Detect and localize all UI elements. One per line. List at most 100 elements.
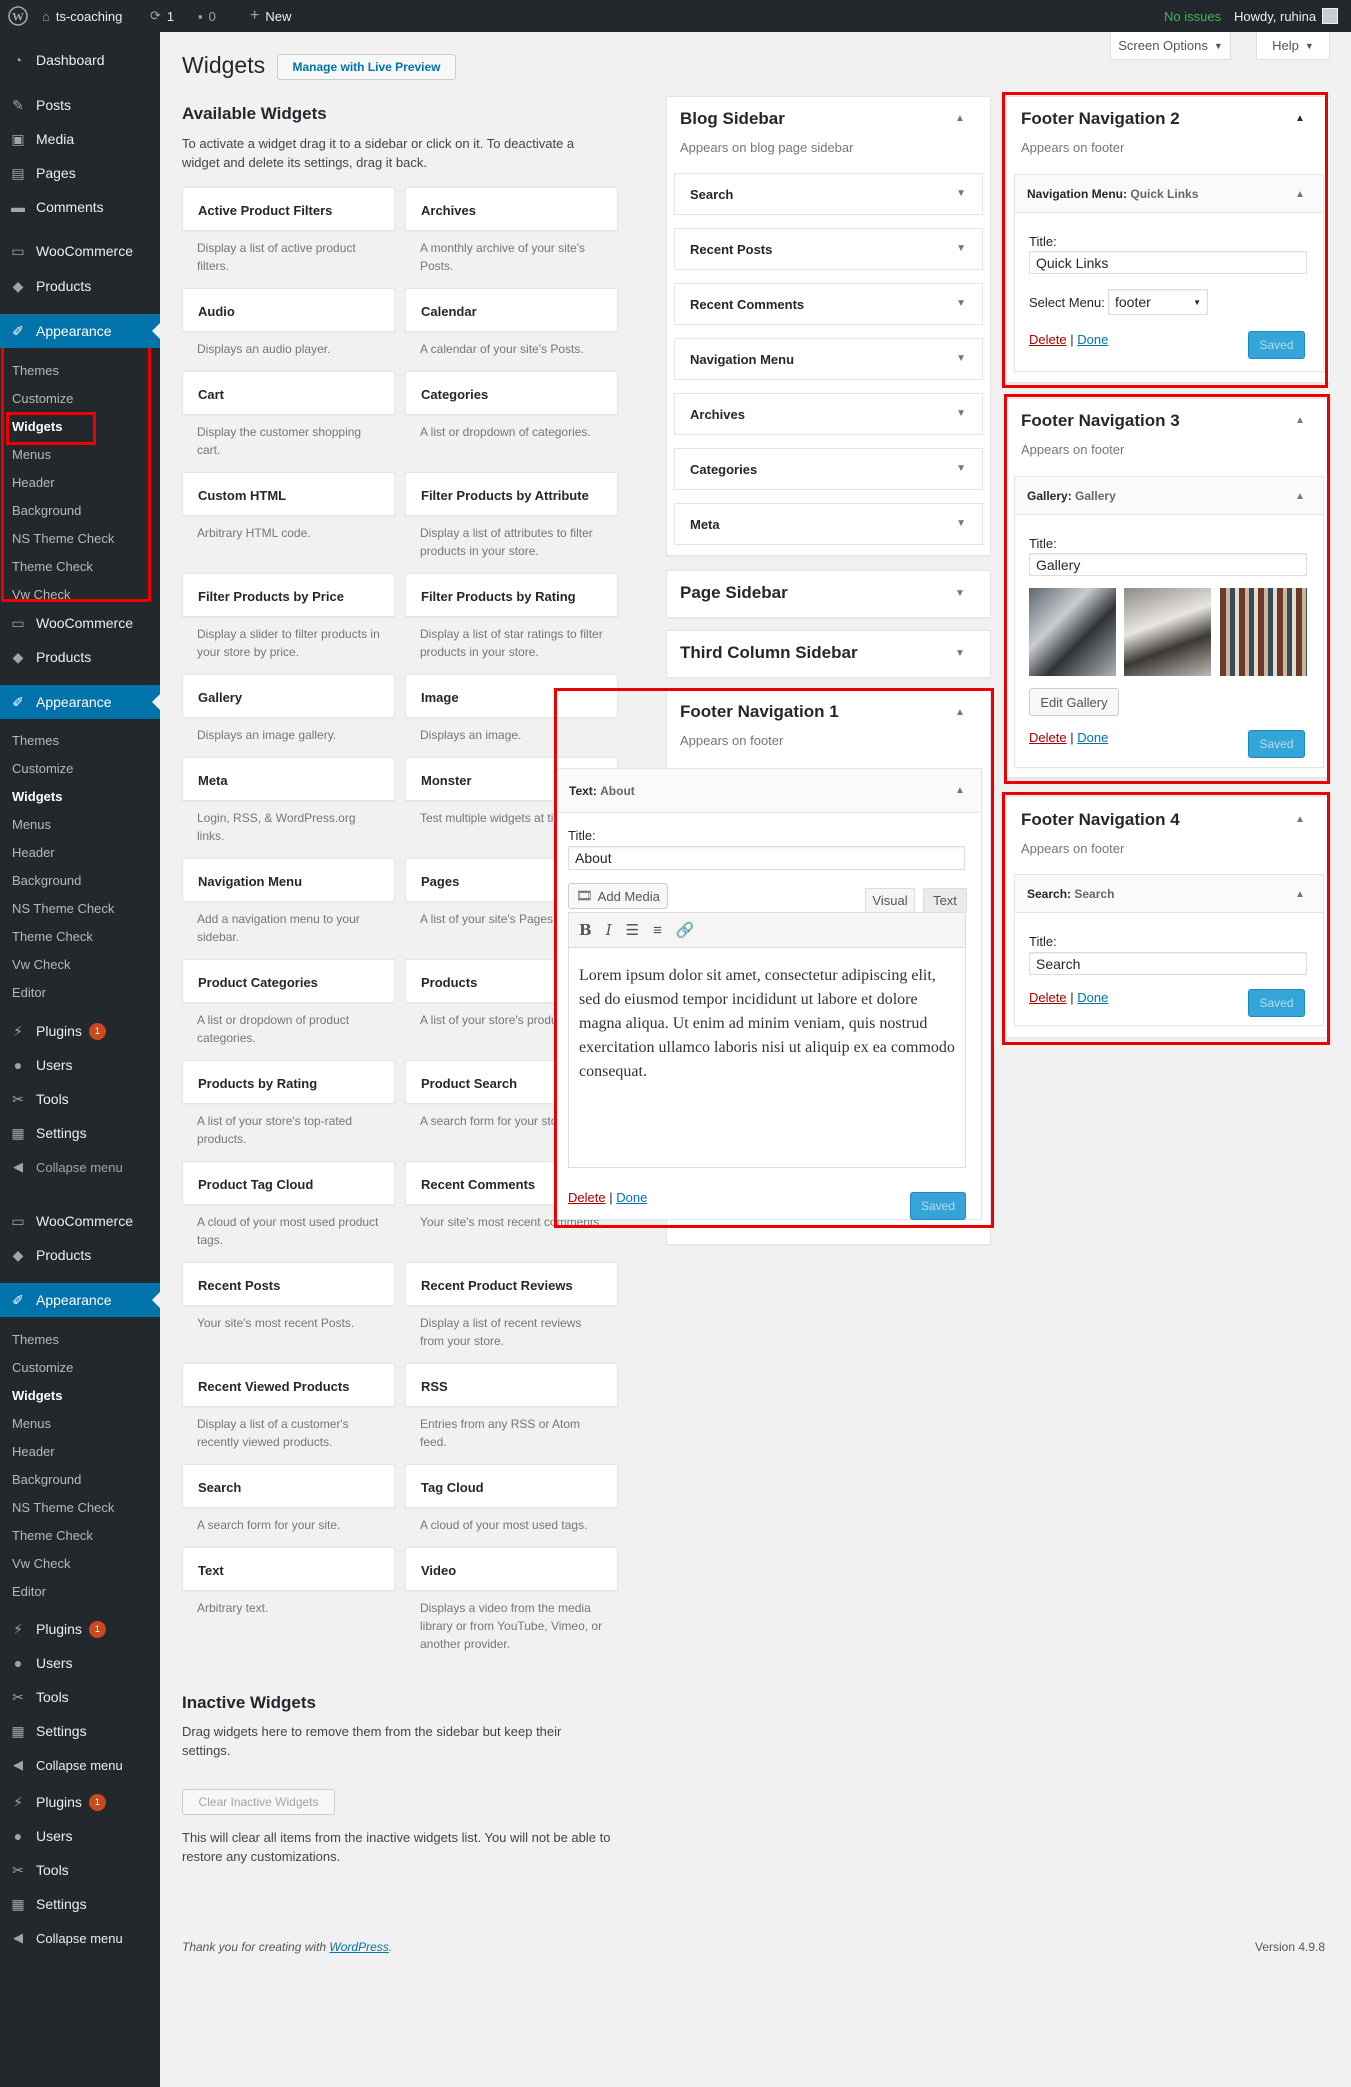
- available-widget[interactable]: Products by Rating: [182, 1060, 395, 1104]
- saved-button[interactable]: Saved: [1248, 331, 1305, 359]
- menu-item-products[interactable]: ◆ Products: [0, 1238, 160, 1272]
- saved-button[interactable]: Saved: [910, 1192, 966, 1220]
- sidebar-widget[interactable]: Search ▼: [674, 173, 983, 215]
- done-link[interactable]: Done: [1077, 730, 1108, 745]
- available-widget[interactable]: Gallery: [182, 674, 395, 718]
- submenu-item[interactable]: Customize: [0, 384, 160, 412]
- submenu-item[interactable]: Editor: [0, 1577, 160, 1605]
- menu-item-woocommerce[interactable]: ▭ WooCommerce: [0, 606, 160, 640]
- wordpress-link[interactable]: WordPress: [329, 1940, 388, 1954]
- clear-inactive-button[interactable]: Clear Inactive Widgets: [182, 1789, 335, 1815]
- title-input[interactable]: Search: [1029, 952, 1307, 975]
- select-menu-dropdown[interactable]: footer ▼: [1108, 289, 1208, 315]
- collapse-arrow-icon[interactable]: ▲: [1295, 814, 1305, 825]
- collapse-arrow-icon[interactable]: ▲: [955, 707, 965, 718]
- menu-item-pages[interactable]: ▤ Pages: [0, 156, 160, 190]
- expand-arrow-icon[interactable]: ▼: [955, 648, 965, 659]
- add-media-button[interactable]: 🎞 Add Media: [568, 883, 668, 909]
- search-widget-header[interactable]: Search: Search: [1015, 875, 1323, 913]
- delete-link[interactable]: Delete: [568, 1190, 606, 1205]
- submenu-item[interactable]: Background: [0, 1465, 160, 1493]
- available-widget[interactable]: Text: [182, 1547, 395, 1591]
- sidebar-widget[interactable]: Archives ▼: [674, 393, 983, 435]
- submenu-item[interactable]: Header: [0, 838, 160, 866]
- submenu-item[interactable]: Header: [0, 1437, 160, 1465]
- menu-item-collapse-menu[interactable]: ◀ Collapse menu: [0, 1748, 160, 1782]
- expand-arrow-icon[interactable]: ▼: [955, 588, 965, 599]
- available-widget[interactable]: Navigation Menu: [182, 858, 395, 902]
- menu-item-woocommerce[interactable]: ▭ WooCommerce: [0, 1204, 160, 1238]
- menu-item-dashboard[interactable]: ◔ Dashboard: [0, 43, 160, 77]
- expand-arrow-icon[interactable]: ▼: [956, 463, 966, 474]
- expand-arrow-icon[interactable]: ▼: [956, 353, 966, 364]
- expand-arrow-icon[interactable]: ▼: [956, 518, 966, 529]
- available-widget[interactable]: Recent Viewed Products: [182, 1363, 395, 1407]
- collapse-arrow-icon[interactable]: ▲: [1295, 189, 1305, 200]
- status-text[interactable]: No issues: [1164, 0, 1221, 32]
- available-widget[interactable]: Recent Posts: [182, 1262, 395, 1306]
- menu-item-comments[interactable]: ▬ Comments: [0, 190, 160, 224]
- submenu-item[interactable]: Theme Check: [0, 552, 160, 580]
- footer-nav-2-title[interactable]: Footer Navigation 2: [1021, 109, 1180, 129]
- submenu-item[interactable]: Theme Check: [0, 1521, 160, 1549]
- gallery-image-2[interactable]: [1124, 588, 1211, 676]
- available-widget[interactable]: Calendar: [405, 288, 618, 332]
- menu-item-settings[interactable]: ▦ Settings: [0, 1714, 160, 1748]
- menu-item-plugins[interactable]: ⚡ Plugins 1: [0, 1785, 160, 1819]
- menu-item-collapse-menu[interactable]: ◀ Collapse menu: [0, 1921, 160, 1955]
- delete-link[interactable]: Delete: [1029, 730, 1067, 745]
- sidebar-widget[interactable]: Navigation Menu ▼: [674, 338, 983, 380]
- submenu-item[interactable]: Editor: [0, 978, 160, 1006]
- numbered-list-icon[interactable]: ≡: [653, 922, 662, 939]
- sidebar-widget[interactable]: Recent Posts ▼: [674, 228, 983, 270]
- submenu-item[interactable]: Theme Check: [0, 922, 160, 950]
- submenu-item[interactable]: NS Theme Check: [0, 524, 160, 552]
- site-name-link[interactable]: ⌂ ts-coaching: [42, 0, 122, 32]
- sidebar-widget[interactable]: Meta ▼: [674, 503, 983, 545]
- available-widget[interactable]: Categories: [405, 371, 618, 415]
- available-widget[interactable]: Filter Products by Rating: [405, 573, 618, 617]
- menu-item-media[interactable]: ▣ Media: [0, 122, 160, 156]
- menu-item-products[interactable]: ◆ Products: [0, 640, 160, 674]
- link-icon[interactable]: 🔗: [676, 921, 695, 939]
- bulleted-list-icon[interactable]: ☰: [626, 921, 639, 939]
- done-link[interactable]: Done: [1077, 990, 1108, 1005]
- title-input[interactable]: About: [568, 846, 965, 870]
- submenu-item[interactable]: Widgets: [0, 1381, 160, 1409]
- new-content-link[interactable]: + New: [250, 0, 291, 32]
- submenu-item[interactable]: Vw Check: [0, 1549, 160, 1577]
- submenu-item[interactable]: Menus: [0, 1409, 160, 1437]
- available-widget[interactable]: Video: [405, 1547, 618, 1591]
- available-widget[interactable]: Tag Cloud: [405, 1464, 618, 1508]
- menu-item-settings[interactable]: ▦ Settings: [0, 1116, 160, 1150]
- screen-options-button[interactable]: Screen Options ▼: [1110, 32, 1231, 60]
- submenu-item[interactable]: Header: [0, 468, 160, 496]
- available-widget[interactable]: Active Product Filters: [182, 187, 395, 231]
- submenu-item[interactable]: Menus: [0, 440, 160, 468]
- menu-item-appearance[interactable]: ✐ Appearance: [0, 1283, 160, 1317]
- delete-link[interactable]: Delete: [1029, 990, 1067, 1005]
- collapse-arrow-icon[interactable]: ▲: [1295, 491, 1305, 502]
- menu-item-tools[interactable]: ✂ Tools: [0, 1853, 160, 1887]
- collapse-arrow-icon[interactable]: ▲: [955, 113, 965, 124]
- available-widget[interactable]: Filter Products by Attribute: [405, 472, 618, 516]
- submenu-item[interactable]: Themes: [0, 726, 160, 754]
- menu-item-settings[interactable]: ▦ Settings: [0, 1887, 160, 1921]
- submenu-item[interactable]: Widgets: [0, 412, 160, 440]
- collapse-arrow-icon[interactable]: ▲: [1295, 889, 1305, 900]
- available-widget[interactable]: RSS: [405, 1363, 618, 1407]
- menu-item-products[interactable]: ◆ Products: [0, 269, 160, 303]
- menu-item-users[interactable]: ● Users: [0, 1048, 160, 1082]
- menu-item-posts[interactable]: ✎ Posts: [0, 88, 160, 122]
- expand-arrow-icon[interactable]: ▼: [956, 408, 966, 419]
- page-sidebar-title[interactable]: Page Sidebar: [680, 583, 788, 603]
- menu-item-woocommerce[interactable]: ▭ WooCommerce: [0, 234, 160, 268]
- bold-icon[interactable]: B: [579, 921, 592, 939]
- menu-item-appearance[interactable]: ✐ Appearance: [0, 685, 160, 719]
- menu-item-users[interactable]: ● Users: [0, 1646, 160, 1680]
- available-widget[interactable]: Filter Products by Price: [182, 573, 395, 617]
- sidebar-widget[interactable]: Recent Comments ▼: [674, 283, 983, 325]
- updates-link[interactable]: ⟳ 1: [150, 0, 174, 32]
- expand-arrow-icon[interactable]: ▼: [956, 298, 966, 309]
- submenu-item[interactable]: Themes: [0, 1325, 160, 1353]
